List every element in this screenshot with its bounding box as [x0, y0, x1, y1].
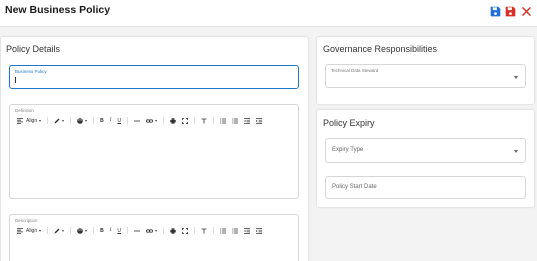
bullet-list-icon[interactable]: [220, 226, 227, 235]
business-policy-label: Business Policy: [15, 69, 47, 74]
governance-title: Governance Responsibilities: [323, 44, 438, 54]
fullscreen-icon[interactable]: [182, 116, 189, 125]
chevron-down-icon: [85, 229, 88, 232]
chevron-down-icon: [514, 150, 518, 153]
print-icon[interactable]: [170, 116, 176, 125]
governance-card: Governance Responsibilities Technical Da…: [317, 37, 534, 104]
palette-icon[interactable]: [77, 116, 88, 125]
chevron-down-icon: [85, 119, 88, 122]
chevron-down-icon: [39, 229, 42, 232]
definition-editor[interactable]: Definition Align B I U: [9, 104, 299, 199]
expiry-type-select[interactable]: Expiry Type: [325, 138, 526, 163]
palette-icon[interactable]: [77, 226, 88, 235]
divider: [47, 117, 49, 124]
indent-icon[interactable]: [256, 226, 263, 235]
divider: [194, 117, 196, 124]
align-label: Align: [26, 227, 38, 234]
divider: [163, 227, 165, 234]
divider: [213, 117, 215, 124]
divider: [194, 227, 196, 234]
chevron-down-icon: [62, 119, 65, 122]
definition-toolbar: Align B I U: [17, 116, 268, 125]
divider: [93, 117, 95, 124]
policy-expiry-title: Policy Expiry: [323, 118, 375, 128]
text-caret: [15, 77, 16, 83]
description-editor[interactable]: Description Align B I U: [9, 214, 299, 261]
underline-icon[interactable]: U: [117, 226, 121, 235]
clear-format-icon[interactable]: [201, 226, 207, 235]
policy-start-date-field[interactable]: Policy Start Date: [325, 176, 526, 199]
close-icon[interactable]: [520, 5, 532, 17]
policy-details-title: Policy Details: [6, 44, 61, 54]
description-label: Description: [15, 218, 38, 223]
save-close-icon[interactable]: [504, 5, 516, 17]
italic-icon[interactable]: I: [110, 226, 112, 235]
italic-icon[interactable]: I: [110, 116, 112, 125]
outdent-icon[interactable]: [244, 226, 251, 235]
link-icon[interactable]: [146, 116, 158, 125]
divider: [127, 227, 129, 234]
policy-start-date-placeholder: Policy Start Date: [332, 184, 377, 190]
align-label: Align: [26, 117, 38, 124]
numbered-list-icon[interactable]: [232, 226, 239, 235]
policy-expiry-card: Policy Expiry Expiry Type Policy Start D…: [317, 110, 534, 207]
divider: [93, 227, 95, 234]
pen-icon[interactable]: [54, 116, 65, 125]
indent-icon[interactable]: [256, 116, 263, 125]
bold-icon[interactable]: B: [100, 116, 104, 125]
align-icon[interactable]: Align: [17, 116, 42, 125]
page-title: New Business Policy: [5, 4, 111, 16]
horizontal-rule-icon[interactable]: [134, 116, 141, 125]
numbered-list-icon[interactable]: [232, 116, 239, 125]
divider: [70, 227, 72, 234]
underline-icon[interactable]: U: [117, 116, 121, 125]
chevron-down-icon: [155, 229, 158, 232]
page-header: New Business Policy: [0, 0, 537, 27]
divider: [213, 227, 215, 234]
outdent-icon[interactable]: [244, 116, 251, 125]
description-toolbar: Align B I U: [17, 226, 268, 235]
pen-icon[interactable]: [54, 226, 65, 235]
bold-icon[interactable]: B: [100, 226, 104, 235]
horizontal-rule-icon[interactable]: [134, 226, 141, 235]
technical-data-steward-select[interactable]: Technical Data Steward: [325, 64, 526, 88]
link-icon[interactable]: [146, 226, 158, 235]
align-icon[interactable]: Align: [17, 226, 42, 235]
divider: [70, 117, 72, 124]
definition-label: Definition: [15, 108, 34, 113]
chevron-down-icon: [155, 119, 158, 122]
save-icon[interactable]: [489, 5, 501, 17]
fullscreen-icon[interactable]: [182, 226, 189, 235]
business-policy-field[interactable]: Business Policy: [9, 65, 299, 89]
chevron-down-icon: [39, 119, 42, 122]
chevron-down-icon: [514, 76, 518, 79]
policy-details-card: Policy Details Business Policy Definitio…: [1, 37, 308, 261]
clear-format-icon[interactable]: [201, 116, 207, 125]
expiry-type-placeholder: Expiry Type: [332, 147, 364, 153]
technical-data-steward-label: Technical Data Steward: [331, 68, 379, 73]
divider: [47, 227, 49, 234]
chevron-down-icon: [62, 229, 65, 232]
divider: [127, 117, 129, 124]
divider: [163, 117, 165, 124]
print-icon[interactable]: [170, 226, 176, 235]
bullet-list-icon[interactable]: [220, 116, 227, 125]
